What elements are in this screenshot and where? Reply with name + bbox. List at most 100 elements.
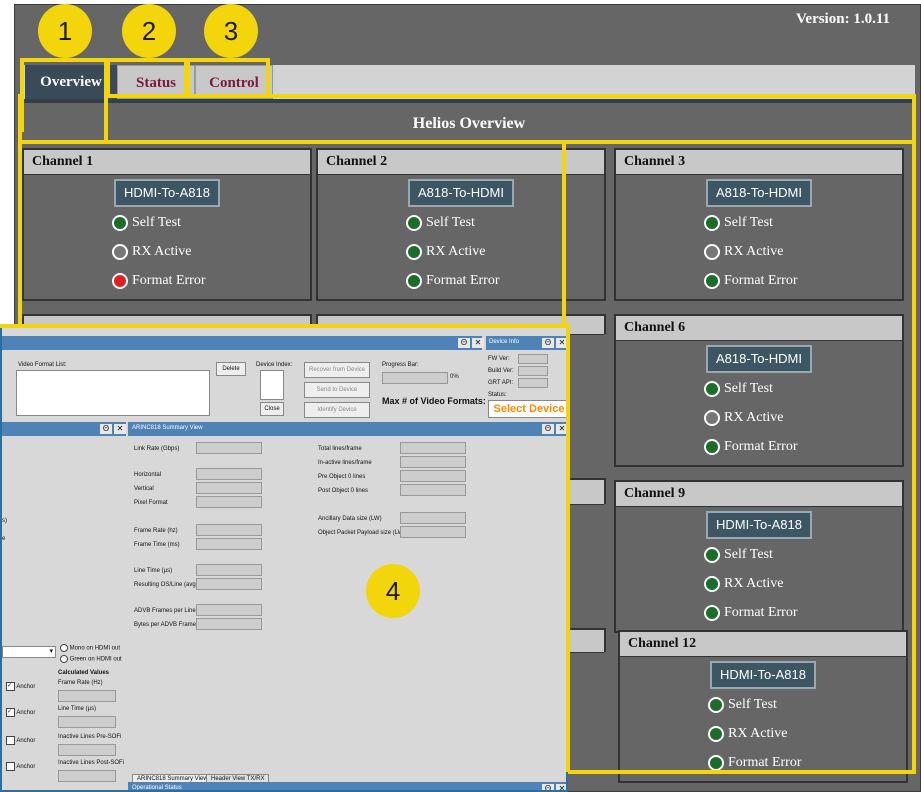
self-test-indicator: Self Test [112,213,181,233]
progress-bar-label: Progress Bar: [382,362,419,368]
radio-mono-label: Mono on HDMI out [69,645,121,652]
mode-button[interactable]: HDMI-To-A818 [706,511,812,539]
restore-icon[interactable]: Θ [542,424,554,434]
summary-label: Bytes per ADVB Frame [134,622,197,628]
restore-icon[interactable]: Θ [100,424,112,434]
channel-3-panel: Channel 3 A818-To-HDMI Self Test RX Acti… [614,148,904,301]
send-to-device-button[interactable]: Send to Device [304,382,370,398]
anchor-checkbox[interactable]: Anchor [6,762,35,771]
indicator-label: Self Test [724,547,773,562]
indicator-label: Format Error [132,273,206,288]
format-error-indicator: Format Error [708,753,801,773]
status-led-icon [708,754,724,771]
operational-status-titlebar [128,782,566,790]
chevron-down-icon: ▾ [49,648,53,655]
anchor-checkbox[interactable]: Anchor [6,736,35,745]
operational-status-title: Operational Status [132,785,182,791]
mode-button[interactable]: A818-To-HDMI [706,179,812,207]
summary-label: Pixel Format [134,500,168,506]
summary-label: Link Rate (Gbps) [134,446,180,452]
summary-label: Ancillary Data size (LW) [318,516,382,522]
page-title: Helios Overview [23,103,915,145]
summary-field [196,618,262,630]
indicator-label: Format Error [728,755,802,770]
calc-label: Inactive Lines Post-SOFi [58,760,125,766]
indicator-label: Format Error [426,273,500,288]
status-led-icon [406,214,422,231]
summary-field [400,456,466,468]
status-led-icon [704,380,720,397]
summary-field [196,496,262,508]
identify-device-button[interactable]: Identify Device [304,402,370,418]
summary-field [196,538,262,550]
channel-title: Channel 3 [616,150,902,175]
progress-bar [382,372,448,384]
indicator-label: Self Test [724,381,773,396]
left-fragment-label: e [2,536,6,542]
rx-active-indicator: RX Active [704,408,784,428]
close-icon[interactable]: ✕ [556,784,566,790]
status-led-icon [406,243,422,260]
summary-field [196,524,262,536]
grt-api-label: GRT API: [488,380,514,386]
video-format-list[interactable] [16,370,210,416]
annotation-badge-4: 4 [366,564,420,618]
calc-label: Inactive Lines Pre-SOFi [58,734,122,740]
status-led-icon [704,546,720,563]
close-icon[interactable]: ✕ [556,338,566,348]
checkbox-empty-icon [6,736,15,745]
close-icon[interactable]: ✕ [114,424,126,434]
fw-version-field [518,354,548,364]
close-icon[interactable]: ✕ [556,424,566,434]
device-index-list[interactable] [260,370,284,400]
status-led-icon [112,272,128,289]
summary-label: Line Time (µs) [134,568,173,574]
device-status-value: Select Device [488,400,566,418]
mode-button[interactable]: HDMI-To-A818 [114,179,220,207]
summary-label: Object Packet Payload size (LW) [318,530,406,536]
progress-value: 0% [450,374,459,380]
build-version-label: Build Ver: [488,368,514,374]
tab-control[interactable]: Control [195,65,273,99]
tab-status[interactable]: Status [117,65,195,99]
self-test-indicator: Self Test [704,545,773,565]
summary-label: Frame Rate (hz) [134,528,178,534]
summary-label: Horizontal [134,472,162,478]
status-led-icon [112,214,128,231]
mode-button[interactable]: HDMI-To-A818 [710,661,816,689]
radio-empty-icon [60,655,68,663]
anchor-checkbox[interactable]: ✓ Anchor [6,682,35,691]
recover-from-device-button[interactable]: Recover from Device [304,362,370,378]
rx-active-indicator: RX Active [406,242,486,262]
summary-field [196,564,262,576]
calculated-values-title: Calculated Values [58,670,110,676]
indicator-label: Self Test [728,697,777,712]
summary-field [400,484,466,496]
self-test-indicator: Self Test [708,695,777,715]
rx-active-indicator: RX Active [112,242,192,262]
rx-active-indicator: RX Active [704,242,784,262]
rx-active-indicator: RX Active [704,574,784,594]
restore-icon[interactable]: Θ [542,784,554,790]
radio-mono[interactable]: Mono on HDMI out [60,644,120,652]
close-icon[interactable]: ✕ [472,338,484,348]
anchor-checkbox[interactable]: ✓ Anchor [6,708,35,717]
mode-button[interactable]: A818-To-HDMI [706,345,812,373]
tab-overview[interactable]: Overview [25,65,117,99]
summary-field [196,482,262,494]
format-error-indicator: Format Error [704,271,797,291]
status-led-icon [704,272,720,289]
color-mode-dropdown[interactable]: ▾ [2,646,56,658]
calc-label: Line Time (µs) [58,706,97,712]
delete-button[interactable]: Delete [216,362,246,376]
radio-green[interactable]: Green on HDMI out [60,655,122,663]
mode-button[interactable]: A818-To-HDMI [408,179,514,207]
annotation-badge-1: 1 [38,4,92,58]
channel-title: Channel 1 [24,150,310,175]
grt-api-field [518,378,548,388]
close-button[interactable]: Close [260,402,284,416]
indicator-label: Self Test [724,215,773,230]
status-led-icon [704,409,720,426]
restore-icon[interactable]: Θ [542,338,554,348]
restore-icon[interactable]: Θ [458,338,470,348]
